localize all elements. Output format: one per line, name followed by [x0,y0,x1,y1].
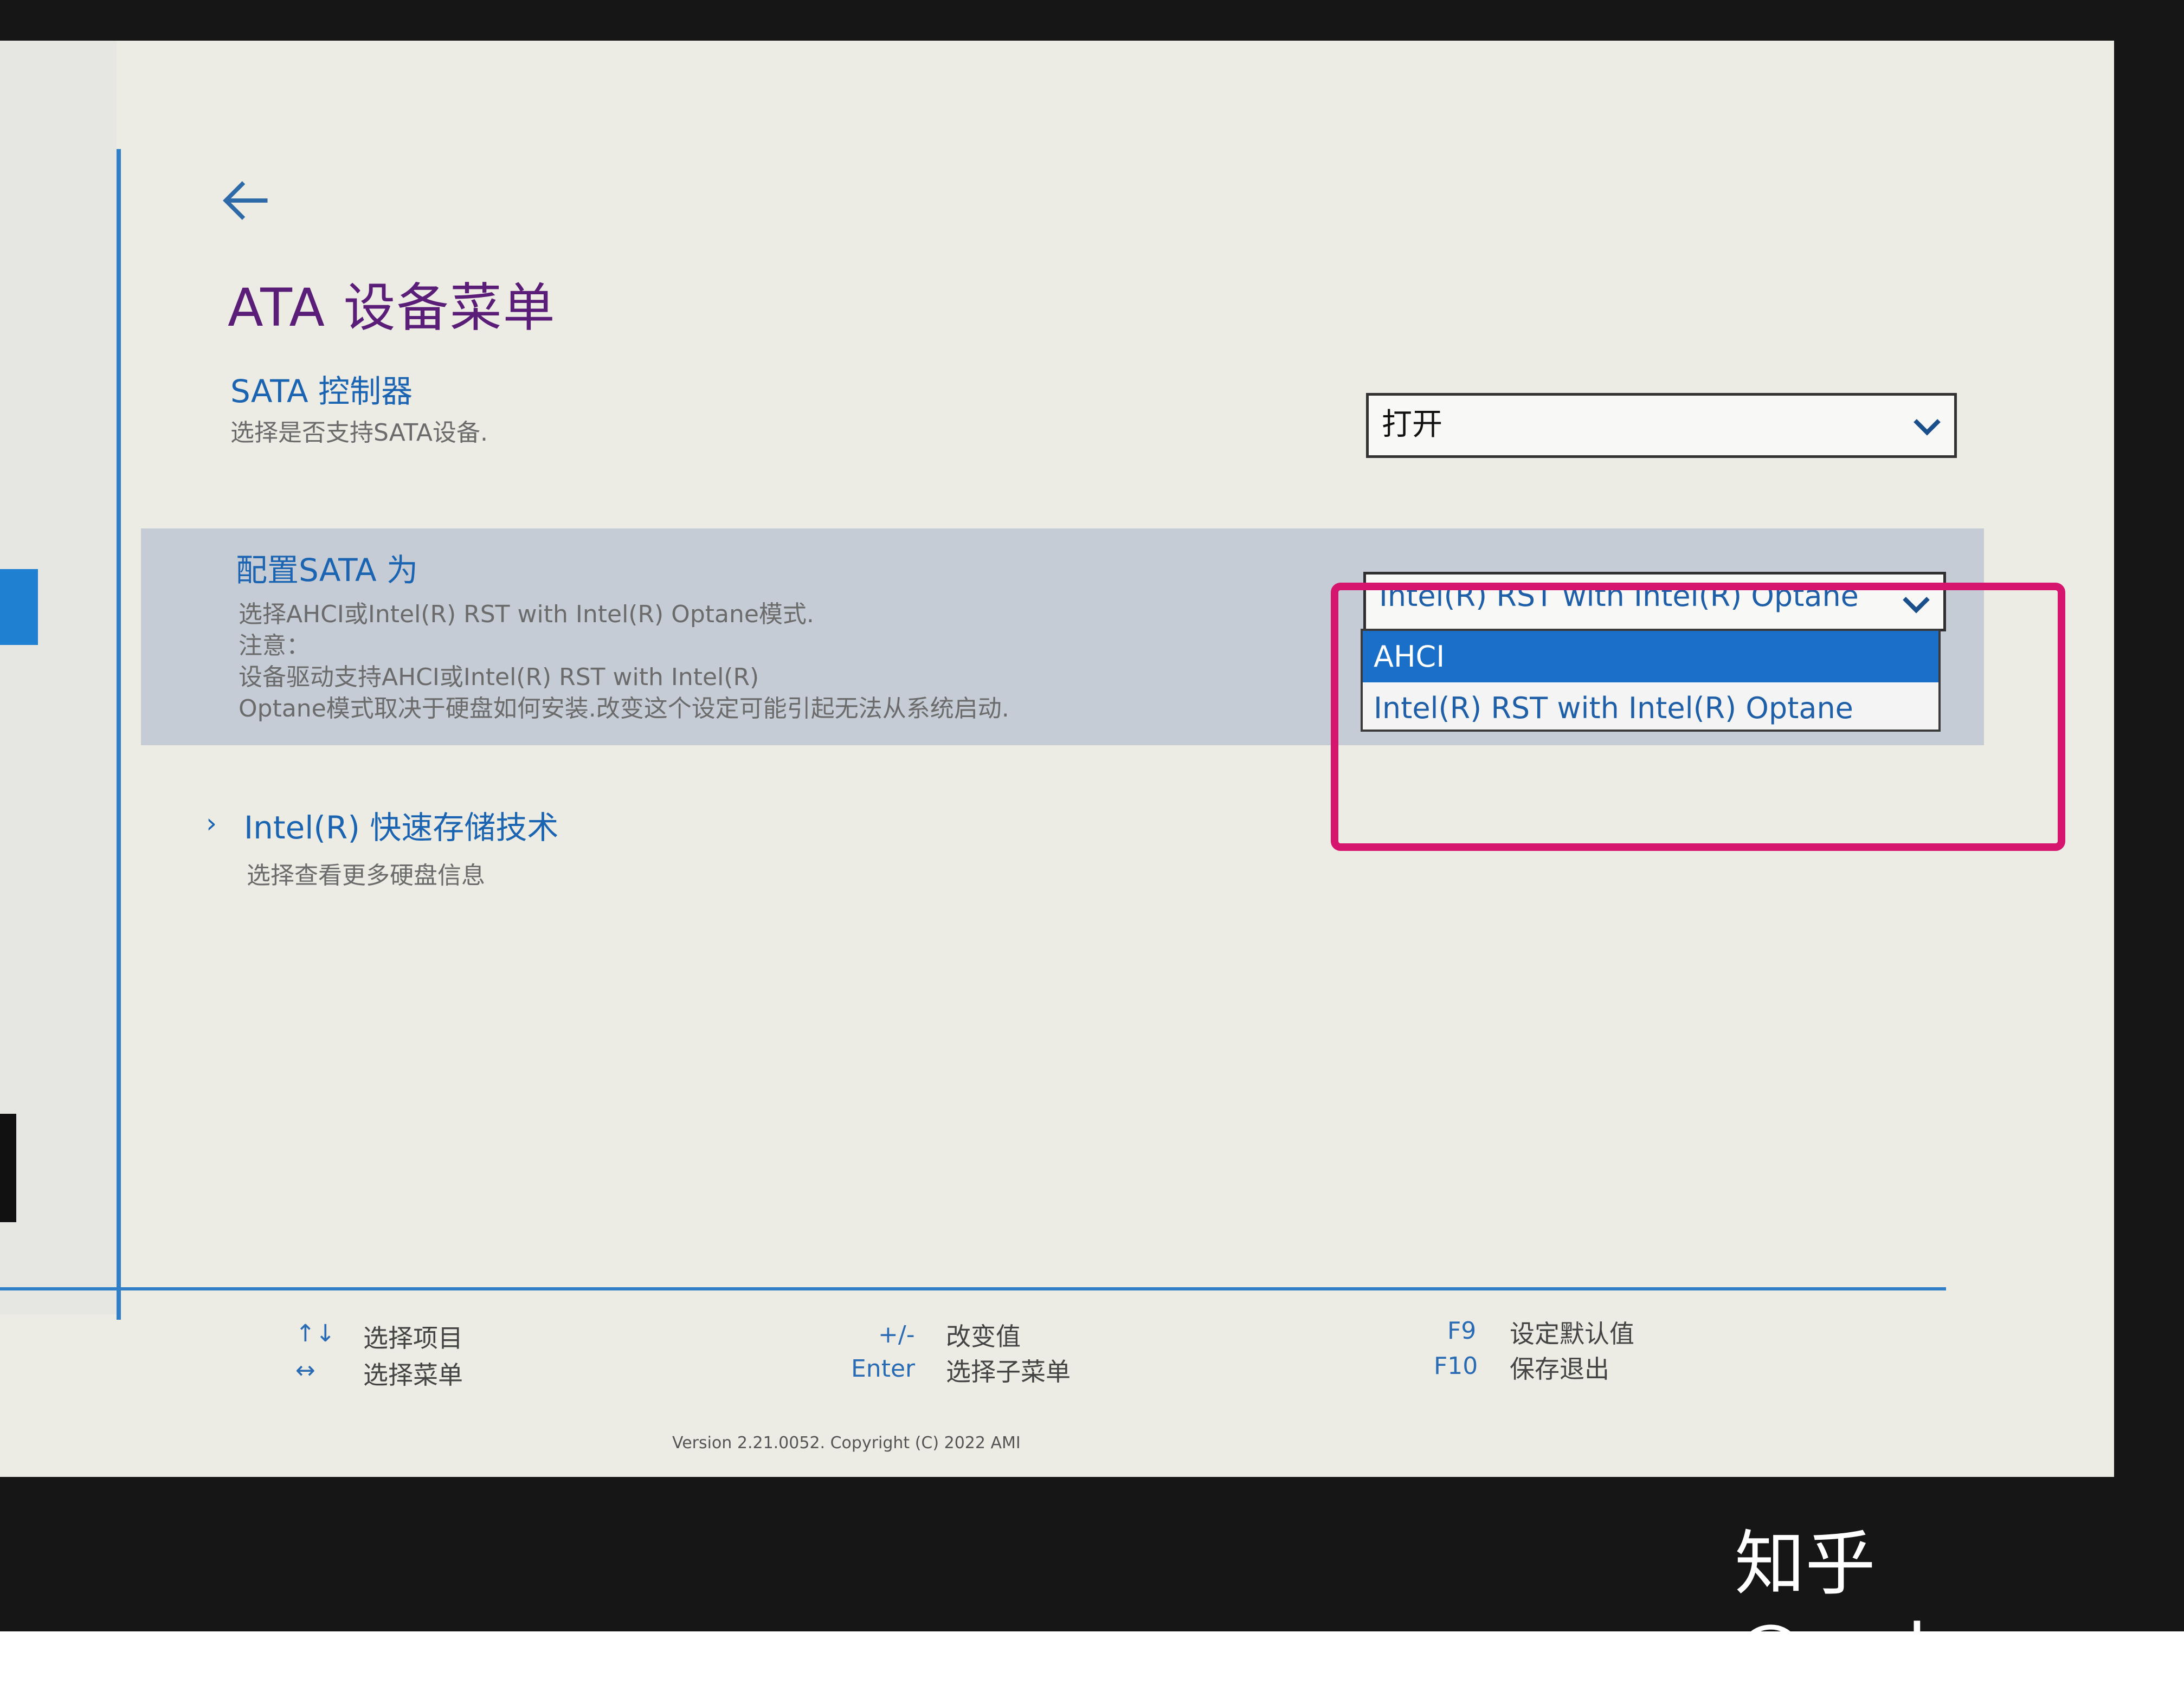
sata-controller-label[interactable]: SATA 控制器 [230,366,413,411]
footer-divider [0,1287,1946,1290]
footer-key-f9: F9 [1447,1317,1477,1345]
bottom-white-band [0,1631,2184,1639]
left-dark-tab [0,1114,16,1222]
description-line: 设备驱动支持AHCI或Intel(R) RST with Intel(R) [239,663,759,691]
footer-key-updown: ↑↓ [295,1320,336,1347]
intel-rst-submenu-label[interactable]: Intel(R) 快速存储技术 [244,802,558,848]
annotation-highlight-box [1331,583,2065,851]
footer-desc-save-exit: 保存退出 [1510,1354,1609,1384]
footer-key-leftright: ↔ [295,1357,315,1384]
sata-controller-select[interactable]: 打开 [1366,393,1957,458]
footer-desc-select-menu: 选择菜单 [363,1360,463,1390]
arrow-left-icon[interactable] [217,171,276,230]
footer-key-plusminus: +/- [878,1321,915,1348]
description-line: 注意： [239,632,310,660]
description-line: 选择AHCI或Intel(R) RST with Intel(R) Optane… [239,601,814,628]
footer-desc-select-item: 选择项目 [363,1324,463,1353]
chevron-right-icon: › [206,808,217,839]
footer-key-enter: Enter [851,1355,916,1383]
sata-controller-value: 打开 [1382,407,1442,442]
page-title: ATA 设备菜单 [228,277,556,338]
left-panel-border [117,149,121,1320]
footer-key-f10: F10 [1434,1352,1478,1380]
left-navigation-strip [0,41,117,1314]
intel-rst-submenu-description: 选择查看更多硬盘信息 [247,862,485,889]
version-copyright: Version 2.21.0052. Copyright (C) 2022 AM… [672,1434,1021,1453]
description-line: Optane模式取决于硬盘如何安装.改变这个设定可能引起无法从系统启动. [239,695,1009,722]
chevron-down-icon [1914,419,1941,436]
footer-desc-load-defaults: 设定默认值 [1510,1319,1634,1348]
configure-sata-label[interactable]: 配置SATA 为 [236,545,418,590]
bios-screen: ATA 设备菜单 SATA 控制器 选择是否支持SATA设备. 打开 配置SAT… [0,41,2114,1477]
watermark: 知乎 @wukon [1735,1522,2034,1691]
sata-controller-description: 选择是否支持SATA设备. [230,419,488,447]
footer-desc-select-submenu: 选择子菜单 [946,1357,1071,1386]
left-nav-active-marker [0,569,38,645]
footer-desc-change-value: 改变值 [946,1322,1021,1351]
configure-sata-description: 选择AHCI或Intel(R) RST with Intel(R) Optane… [239,599,1009,725]
